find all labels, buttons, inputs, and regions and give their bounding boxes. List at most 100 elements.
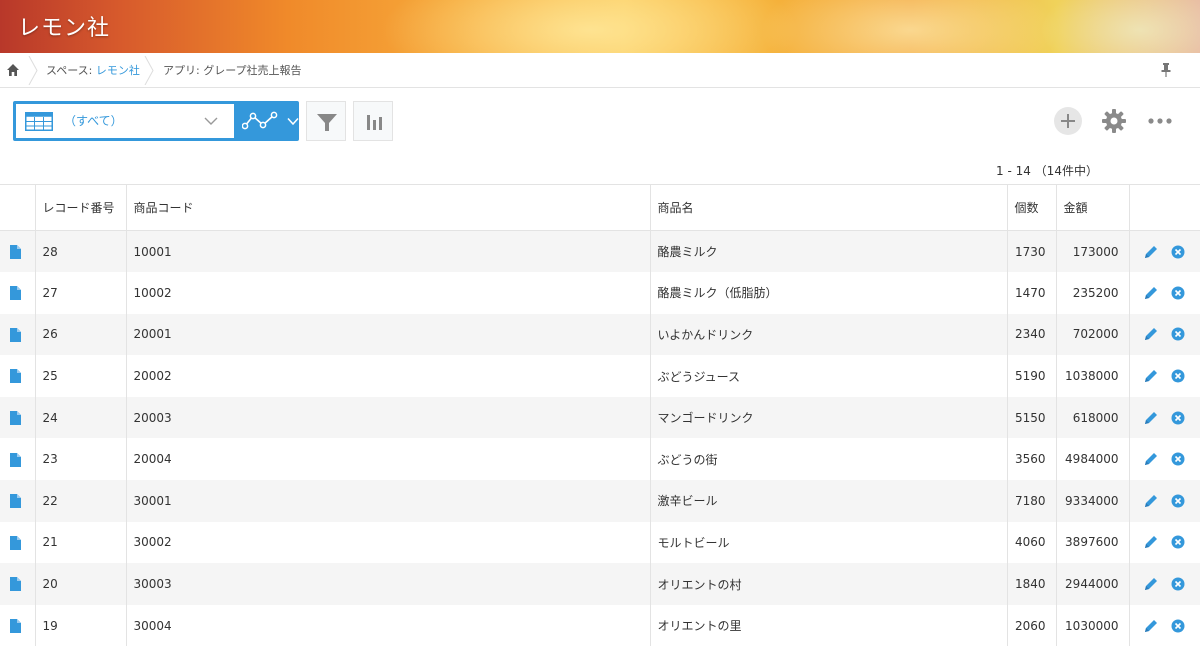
document-icon[interactable] — [10, 494, 21, 509]
view-dropdown[interactable]: （すべて） — [16, 104, 234, 138]
delete-icon[interactable] — [1170, 326, 1186, 342]
product-name-cell: 激辛ビール — [650, 480, 1008, 522]
table-row: 28 10001 酪農ミルク 1730 173000 — [0, 230, 1200, 273]
pencil-icon[interactable] — [1143, 285, 1159, 301]
delete-icon[interactable] — [1170, 493, 1186, 509]
add-record-button[interactable] — [1054, 107, 1082, 135]
document-icon[interactable] — [10, 410, 21, 425]
delete-icon[interactable] — [1170, 618, 1186, 634]
record-no-cell: 23 — [35, 438, 127, 481]
pencil-icon[interactable] — [1143, 493, 1159, 509]
qty-cell: 5150 — [1007, 396, 1057, 439]
document-icon[interactable] — [10, 369, 21, 384]
breadcrumb-separator — [28, 56, 38, 85]
record-no-cell: 19 — [35, 604, 127, 646]
header-product-name[interactable]: 商品名 — [650, 184, 1008, 231]
qty-cell: 1730 — [1007, 230, 1057, 273]
product-code-cell: 20003 — [126, 396, 651, 439]
record-icon-cell — [0, 438, 36, 481]
filter-button[interactable] — [306, 101, 346, 141]
product-name-cell: ぶどうジュース — [650, 355, 1008, 397]
product-code-cell: 30004 — [126, 604, 651, 646]
record-no-cell: 26 — [35, 313, 127, 356]
document-icon[interactable] — [10, 327, 21, 342]
pencil-icon[interactable] — [1143, 534, 1159, 550]
record-no-cell: 25 — [35, 355, 127, 397]
record-no-cell: 22 — [35, 480, 127, 522]
qty-cell: 7180 — [1007, 480, 1057, 522]
space-title: レモン社 — [18, 16, 111, 41]
record-icon-cell — [0, 355, 36, 397]
table-row: 25 20002 ぶどうジュース 5190 1038000 — [0, 355, 1200, 397]
breadcrumb-separator — [144, 56, 154, 85]
bar-chart-icon — [367, 115, 382, 130]
product-code-cell: 10001 — [126, 230, 651, 273]
record-no-cell: 20 — [35, 563, 127, 605]
document-icon[interactable] — [10, 244, 21, 259]
amount-cell: 618000 — [1056, 396, 1130, 439]
pencil-icon[interactable] — [1143, 244, 1159, 260]
amount-cell: 3897600 — [1056, 521, 1130, 564]
product-name-cell: マンゴードリンク — [650, 396, 1008, 439]
pencil-icon[interactable] — [1143, 576, 1159, 592]
record-icon-cell — [0, 521, 36, 564]
product-code-cell: 30001 — [126, 480, 651, 522]
qty-cell: 2340 — [1007, 313, 1057, 356]
document-icon[interactable] — [10, 452, 21, 467]
delete-icon[interactable] — [1170, 451, 1186, 467]
breadcrumb: スペース: レモン社 アプリ: グレープ社売上報告 — [0, 53, 1200, 88]
graph-button[interactable] — [353, 101, 393, 141]
banner-decoration — [1040, 0, 1200, 53]
pencil-icon[interactable] — [1143, 410, 1159, 426]
record-icon-cell — [0, 480, 36, 522]
header-record-no[interactable]: レコード番号 — [35, 184, 127, 231]
amount-cell: 2944000 — [1056, 563, 1130, 605]
qty-cell: 1470 — [1007, 272, 1057, 314]
actions-cell — [1129, 355, 1200, 397]
delete-icon[interactable] — [1170, 410, 1186, 426]
header-qty[interactable]: 個数 — [1007, 184, 1057, 231]
document-icon[interactable] — [10, 535, 21, 550]
document-icon[interactable] — [10, 618, 21, 633]
pencil-icon[interactable] — [1143, 618, 1159, 634]
product-name-cell: オリエントの村 — [650, 563, 1008, 605]
document-icon[interactable] — [10, 286, 21, 301]
delete-icon[interactable] — [1170, 576, 1186, 592]
gear-icon[interactable] — [1102, 109, 1126, 133]
pencil-icon[interactable] — [1143, 451, 1159, 467]
pencil-icon[interactable] — [1143, 368, 1159, 384]
delete-icon[interactable] — [1170, 244, 1186, 260]
product-code-cell: 30003 — [126, 563, 651, 605]
breadcrumb-space-link[interactable]: レモン社 — [96, 64, 140, 77]
table-row: 24 20003 マンゴードリンク 5150 618000 — [0, 396, 1200, 439]
delete-icon[interactable] — [1170, 534, 1186, 550]
table-row: 22 30001 激辛ビール 7180 9334000 — [0, 480, 1200, 522]
product-code-cell: 20004 — [126, 438, 651, 481]
chevron-down-icon — [204, 117, 218, 125]
home-icon[interactable] — [6, 63, 20, 77]
record-icon-cell — [0, 604, 36, 646]
actions-cell — [1129, 522, 1200, 564]
product-name-cell: いよかんドリンク — [650, 313, 1008, 356]
actions-cell — [1129, 230, 1200, 273]
chevron-down-icon[interactable] — [287, 117, 299, 126]
qty-cell: 5190 — [1007, 355, 1057, 397]
header-amount[interactable]: 金額 — [1056, 184, 1130, 231]
more-icon[interactable] — [1148, 117, 1172, 125]
delete-icon[interactable] — [1170, 368, 1186, 384]
product-code-cell: 10002 — [126, 272, 651, 314]
graph-icon[interactable] — [242, 110, 278, 132]
product-name-cell: ぶどうの街 — [650, 438, 1008, 481]
record-icon-cell — [0, 230, 36, 273]
document-icon[interactable] — [10, 577, 21, 592]
pencil-icon[interactable] — [1143, 326, 1159, 342]
header-product-code[interactable]: 商品コード — [126, 184, 651, 231]
banner-decoration — [380, 0, 800, 53]
amount-cell: 1038000 — [1056, 355, 1130, 397]
actions-cell — [1129, 480, 1200, 522]
delete-icon[interactable] — [1170, 285, 1186, 301]
table-row: 19 30004 オリエントの里 2060 1030000 — [0, 604, 1200, 646]
product-code-cell: 20002 — [126, 355, 651, 397]
pin-icon[interactable] — [1160, 62, 1172, 78]
qty-cell: 4060 — [1007, 521, 1057, 564]
